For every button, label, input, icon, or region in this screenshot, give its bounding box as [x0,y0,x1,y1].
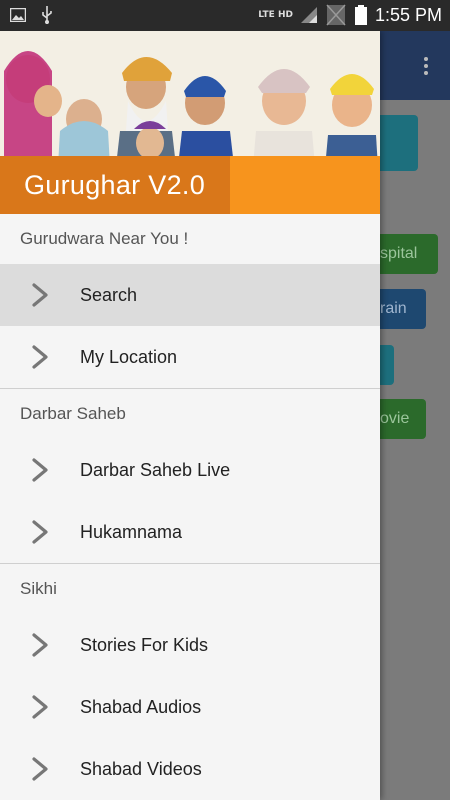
menu-item-stories-for-kids[interactable]: Stories For Kids [0,614,380,676]
menu-item-search[interactable]: Search [0,264,380,326]
menu-item-label: Shabad Videos [80,758,202,779]
app-title-box: Gurughar V2.0 [0,156,230,214]
menu-item-shabad-audios[interactable]: Shabad Audios [0,676,380,738]
menu-item-hukamnama[interactable]: Hukamnama [0,501,380,563]
chevron-right-icon [32,757,48,781]
drawer-header: Gurughar V2.0 [0,31,380,214]
background-button-label: spital [380,245,418,262]
image-icon [10,8,26,22]
app-title: Gurughar V2.0 [24,169,206,200]
menu-item-darbar-saheb-live[interactable]: Darbar Saheb Live [0,439,380,501]
overflow-menu-icon[interactable] [424,57,428,78]
menu-item-label: Hukamnama [80,521,183,542]
section-header-sikhi: Sikhi [20,579,57,598]
drawer-menu: Gurudwara Near You ! Search My Location … [0,214,380,800]
background-button-label: ovie [380,410,410,427]
section-header-darbar-saheb: Darbar Saheb [20,404,126,423]
network-label: LTE HD [258,10,293,20]
menu-item-label: Darbar Saheb Live [80,459,231,480]
menu-item-label: Stories For Kids [80,634,209,655]
background-button-label: rain [380,300,407,317]
chevron-right-icon [32,633,48,657]
battery-icon [354,5,367,25]
chevron-right-icon [32,345,48,369]
chevron-right-icon [32,695,48,719]
menu-item-label: Shabad Audios [80,696,202,717]
usb-icon [42,6,52,24]
menu-item-label: Search [80,284,138,305]
signal-icon [300,7,317,23]
menu-item-label: My Location [80,346,178,367]
navigation-drawer: Gurughar V2.0 Gurudwara Near You ! Searc… [0,31,380,800]
no-sim-icon [326,4,346,26]
chevron-right-icon [32,283,48,307]
menu-item-shabad-videos[interactable]: Shabad Videos [0,738,380,800]
section-header-gurudwara: Gurudwara Near You ! [20,229,189,248]
chevron-right-icon [32,458,48,482]
menu-item-my-location[interactable]: My Location [0,326,380,388]
chevron-right-icon [32,520,48,544]
status-bar: LTE HD 1:55 PM [0,0,450,31]
clock: 1:55 PM [374,4,442,25]
